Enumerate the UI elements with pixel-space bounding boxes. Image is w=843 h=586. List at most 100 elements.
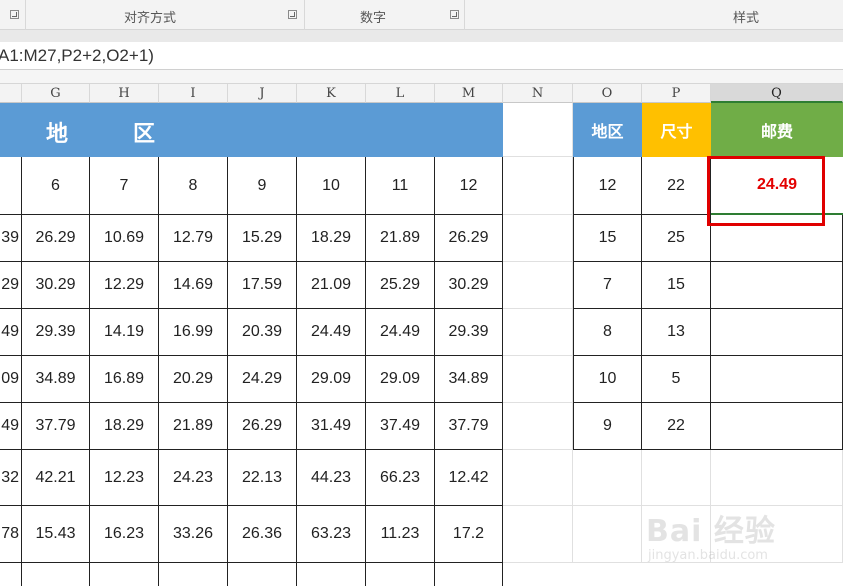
lookup-region-cell[interactable]: 12: [573, 157, 642, 215]
table-cell[interactable]: 10.69: [90, 215, 159, 262]
table-cell[interactable]: 17.59: [228, 262, 297, 309]
table-cell[interactable]: 34.89: [22, 356, 90, 403]
lookup-size-cell[interactable]: 15: [642, 262, 711, 309]
table-cell[interactable]: 17.2: [435, 506, 503, 563]
lookup-size-cell[interactable]: 5: [642, 356, 711, 403]
table-cell[interactable]: 44.23: [297, 450, 366, 506]
table-cell[interactable]: 30.29: [435, 262, 503, 309]
table-cell[interactable]: 16.23: [90, 506, 159, 563]
table-cell[interactable]: 15.29: [228, 215, 297, 262]
table-cell[interactable]: 16.89: [90, 356, 159, 403]
table-cell[interactable]: 18.29: [90, 403, 159, 450]
column-header-p[interactable]: P: [642, 84, 711, 103]
table-cell[interactable]: 12.23: [90, 450, 159, 506]
lookup-postage-cell[interactable]: [711, 403, 843, 450]
table-cell[interactable]: 78: [0, 506, 22, 563]
cell-n-row6[interactable]: [503, 356, 573, 403]
table-cell[interactable]: 24.49: [297, 309, 366, 356]
cell-n-row2[interactable]: [503, 157, 573, 215]
table-cell[interactable]: 24.23: [159, 450, 228, 506]
lookup-size-cell[interactable]: 22: [642, 157, 711, 215]
lookup-region-cell[interactable]: 10: [573, 356, 642, 403]
table-cell[interactable]: 37.49: [366, 403, 435, 450]
column-header-j[interactable]: J: [228, 84, 297, 103]
table-cell[interactable]: 29.09: [366, 356, 435, 403]
table-cell[interactable]: 16.99: [159, 309, 228, 356]
table-cell[interactable]: 12.42: [435, 450, 503, 506]
table-cell[interactable]: 39: [0, 215, 22, 262]
lookup-region-cell[interactable]: 7: [573, 262, 642, 309]
table-cell[interactable]: 12.29: [90, 262, 159, 309]
cell-n-row8[interactable]: [503, 450, 573, 506]
region-number-cell[interactable]: 9: [228, 157, 297, 215]
table-cell[interactable]: 42.21: [22, 450, 90, 506]
region-number-cell[interactable]: 12: [435, 157, 503, 215]
lookup-postage-cell[interactable]: [711, 309, 843, 356]
cell-n-row9[interactable]: [503, 506, 573, 563]
table-cell[interactable]: 21.89: [159, 403, 228, 450]
table-cell[interactable]: 37.79: [435, 403, 503, 450]
cell-n-row3[interactable]: [503, 215, 573, 262]
table-cell[interactable]: 15.43: [22, 506, 90, 563]
table-cell[interactable]: 49: [0, 403, 22, 450]
table-cell[interactable]: [159, 563, 228, 586]
cell-p-row8[interactable]: [642, 450, 711, 506]
column-header-h[interactable]: H: [90, 84, 159, 103]
table-cell[interactable]: 29.09: [297, 356, 366, 403]
lookup-size-cell[interactable]: 25: [642, 215, 711, 262]
table-cell[interactable]: 14.69: [159, 262, 228, 309]
table-cell[interactable]: [90, 563, 159, 586]
table-cell[interactable]: 32: [0, 450, 22, 506]
table-cell[interactable]: 24.49: [366, 309, 435, 356]
table-cell[interactable]: 30.29: [22, 262, 90, 309]
lookup-postage-cell[interactable]: [711, 356, 843, 403]
font-dialog-launcher-icon[interactable]: [10, 10, 19, 19]
table-cell[interactable]: 24.29: [228, 356, 297, 403]
table-cell[interactable]: [297, 563, 366, 586]
lookup-header-postage[interactable]: 邮费: [711, 103, 843, 157]
lookup-region-cell[interactable]: 9: [573, 403, 642, 450]
column-header-g[interactable]: G: [22, 84, 90, 103]
table-cell[interactable]: 29: [0, 262, 22, 309]
table-cell[interactable]: 66.23: [366, 450, 435, 506]
table-cell[interactable]: [0, 157, 22, 215]
table-cell[interactable]: 29.39: [435, 309, 503, 356]
lookup-postage-cell[interactable]: [711, 262, 843, 309]
table-cell[interactable]: 21.89: [366, 215, 435, 262]
column-header-partial[interactable]: [0, 84, 22, 103]
cell-o-row8[interactable]: [573, 450, 642, 506]
table-cell[interactable]: [22, 563, 90, 586]
table-cell[interactable]: 12.79: [159, 215, 228, 262]
table-cell[interactable]: [366, 563, 435, 586]
column-header-q[interactable]: Q: [711, 84, 843, 103]
table-cell[interactable]: 49: [0, 309, 22, 356]
lookup-size-cell[interactable]: 22: [642, 403, 711, 450]
table-cell[interactable]: 31.49: [297, 403, 366, 450]
column-header-o[interactable]: O: [573, 84, 642, 103]
table-cell[interactable]: 63.23: [297, 506, 366, 563]
region-number-cell[interactable]: 8: [159, 157, 228, 215]
table-cell[interactable]: 26.29: [435, 215, 503, 262]
region-number-cell[interactable]: 10: [297, 157, 366, 215]
column-header-n[interactable]: N: [503, 84, 573, 103]
table-cell[interactable]: 20.39: [228, 309, 297, 356]
cell-n-row7[interactable]: [503, 403, 573, 450]
table-cell[interactable]: 29.39: [22, 309, 90, 356]
lookup-header-region[interactable]: 地区: [573, 103, 642, 157]
lookup-header-size[interactable]: 尺寸: [642, 103, 711, 157]
table-cell[interactable]: 26.36: [228, 506, 297, 563]
table-cell[interactable]: 26.29: [22, 215, 90, 262]
table-cell[interactable]: 26.29: [228, 403, 297, 450]
number-dialog-launcher-icon[interactable]: [450, 10, 459, 19]
column-header-m[interactable]: M: [435, 84, 503, 103]
table-cell[interactable]: 34.89: [435, 356, 503, 403]
cell-n-row4[interactable]: [503, 262, 573, 309]
column-header-l[interactable]: L: [366, 84, 435, 103]
column-header-i[interactable]: I: [159, 84, 228, 103]
cell-n-row5[interactable]: [503, 309, 573, 356]
table-cell[interactable]: 18.29: [297, 215, 366, 262]
table-cell[interactable]: 11.23: [366, 506, 435, 563]
region-banner[interactable]: 地 区: [0, 103, 503, 157]
table-cell[interactable]: 37.79: [22, 403, 90, 450]
table-cell[interactable]: 20.29: [159, 356, 228, 403]
